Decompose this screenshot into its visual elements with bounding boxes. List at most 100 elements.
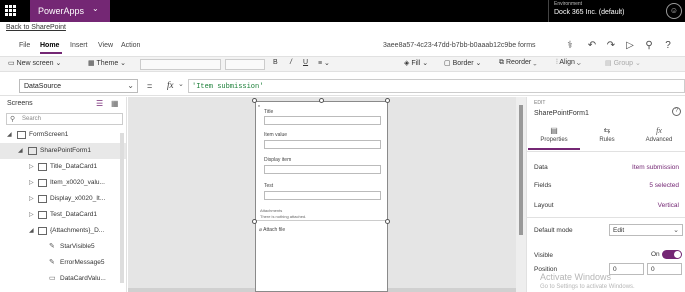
play-icon[interactable]: ▷ [623,39,637,53]
form-preview[interactable]: * Title Item value Display item Test Att… [255,101,388,292]
visible-value: On [651,251,660,258]
chevron-down-icon: ⌄ [127,81,134,90]
active-tab-indicator [528,148,580,150]
fields-value[interactable]: 5 selected [649,182,679,189]
layout-value[interactable]: Vertical [658,202,679,209]
resize-handle-ne[interactable] [385,98,390,103]
font-select[interactable] [140,59,221,70]
redo-icon[interactable]: ↷ [604,39,618,53]
tab-view[interactable]: View [98,42,113,49]
underline-button[interactable]: U [303,59,308,66]
list-view-icon[interactable]: ☰ [96,99,103,108]
italic-button[interactable]: / [290,59,292,66]
reorder-label: Reorder [505,59,532,66]
item-value-field[interactable] [264,140,381,149]
default-mode-select[interactable]: Edit ⌄ [609,224,683,236]
align-label: Align [559,59,575,66]
toggle-knob [674,251,681,258]
position-y-input[interactable]: 0 [647,263,682,275]
tab-label: Advanced [645,137,673,143]
grid-view-icon[interactable]: ▦ [111,99,119,108]
tree-item-attachments-card[interactable]: ◢ {Attachments}_D... [0,223,126,239]
chevron-right-icon[interactable]: ▷ [29,195,34,202]
tree-item-item-value-card[interactable]: ▷ Item_x0020_valu... [0,175,126,191]
tree-item-title-datacard1[interactable]: ▷ Title_DataCard1 [0,159,126,175]
tree-item-sharepointform1[interactable]: ◢ SharePointForm1 [0,143,126,159]
app-switcher[interactable]: PowerApps ⌄ [30,0,110,22]
resize-handle-e[interactable] [385,219,390,224]
tab-home[interactable]: Home [40,42,59,49]
tab-action[interactable]: Action [121,42,140,49]
tab-advanced[interactable]: fx Advanced [633,126,685,150]
stethoscope-icon[interactable]: ⚕ [563,39,577,53]
activate-windows-subtitle: Go to Settings to activate Windows. [540,284,635,290]
resize-handle-n[interactable] [319,98,324,103]
tab-rules[interactable]: ⇆ Rules [581,126,633,150]
layout-label: Layout [534,202,554,209]
chevron-down-icon[interactable]: ⌄ [178,80,184,88]
form-icon [28,147,37,155]
tree-item-datacardvalue[interactable]: ▭ DataCardValu... [0,271,126,287]
chevron-right-icon[interactable]: ▷ [29,179,34,186]
back-to-sharepoint-link[interactable]: Back to SharePoint [6,24,66,31]
textbox-icon: ▭ [49,275,56,282]
resize-handle-w[interactable] [252,219,257,224]
theme-button[interactable]: ▦ Theme ⌄ [88,59,126,67]
tree-item-errormessage5[interactable]: ✎ ErrorMessage5 [0,255,126,271]
fill-button[interactable]: ◈ Fill ⌄ [404,59,428,67]
account-icon[interactable]: ☺ [666,3,682,19]
chevron-right-icon[interactable]: ▷ [29,211,34,218]
position-x-input[interactable]: 0 [609,263,644,275]
chevron-down-icon[interactable]: ◢ [7,131,12,138]
tree-item-label: Title_DataCard1 [50,163,98,170]
bold-button[interactable]: B [273,59,278,66]
formula-input[interactable]: 'Item submission' [188,79,685,93]
field-label-test: Test [264,183,274,189]
chevron-down-icon[interactable]: ◢ [18,147,23,154]
resize-handle-nw[interactable] [252,98,257,103]
left-panel-scrollbar[interactable] [120,133,124,283]
tab-label: Properties [540,137,568,143]
tree-item-display-item-card[interactable]: ▷ Display_x0020_It... [0,191,126,207]
tab-file[interactable]: File [19,42,30,49]
title-field[interactable] [264,116,381,125]
help-icon[interactable]: ? [672,107,681,116]
display-item-field[interactable] [264,165,381,174]
reorder-button[interactable]: ⧉ Reorder ⌄ [499,59,537,67]
new-screen-button[interactable]: ▭ New screen ⌄ [8,59,61,67]
fx-icon[interactable]: fx [167,80,174,90]
environment-picker[interactable]: Environment Dock 365 Inc. (default) [548,0,666,22]
scrollbar-thumb[interactable] [519,105,523,235]
chevron-right-icon[interactable]: ▷ [29,163,34,170]
tree-item-starvisible5[interactable]: ✎ StarVisible5 [0,239,126,255]
canvas-vertical-scrollbar[interactable] [516,97,526,292]
field-label-title: Title [264,109,274,115]
group-button[interactable]: ▤ Group ⌄ [605,59,641,67]
search-input[interactable]: ⚲ Search [6,113,123,125]
tree-item-formscreen1[interactable]: ◢ FormScreen1 [0,127,126,143]
tree-item-label: {Attachments}_D... [50,227,105,234]
chevron-down-icon[interactable]: ◢ [29,227,34,234]
help-icon[interactable]: ? [661,39,675,53]
test-field[interactable] [264,191,381,200]
visible-toggle[interactable] [662,250,682,259]
text-align-button[interactable]: ≡ ⌄ [318,59,330,67]
align-button[interactable]: ⫶ Align ⌄ [556,59,581,67]
font-size-select[interactable] [225,59,265,70]
control-name: SharePointForm1 [534,110,589,117]
attach-file-button[interactable]: ⌀ Attach file [259,227,285,233]
person-icon[interactable]: ⚲ [642,39,656,53]
environment-name: Dock 365 Inc. (default) [554,9,625,16]
undo-icon[interactable]: ↶ [585,39,599,53]
equals-icon: = [147,81,153,91]
divider [527,217,685,218]
app-name: PowerApps [38,6,85,16]
data-value[interactable]: Item submission [632,164,679,171]
waffle-icon[interactable] [5,5,16,16]
border-button[interactable]: ▢ Border ⌄ [444,59,481,67]
tree-item-test-datacard1[interactable]: ▷ Test_DataCard1 [0,207,126,223]
property-select[interactable]: DataSource ⌄ [19,79,138,93]
tab-insert[interactable]: Insert [70,42,88,49]
tab-properties[interactable]: ▤ Properties [528,126,580,150]
attach-file-label: Attach file [263,227,286,233]
